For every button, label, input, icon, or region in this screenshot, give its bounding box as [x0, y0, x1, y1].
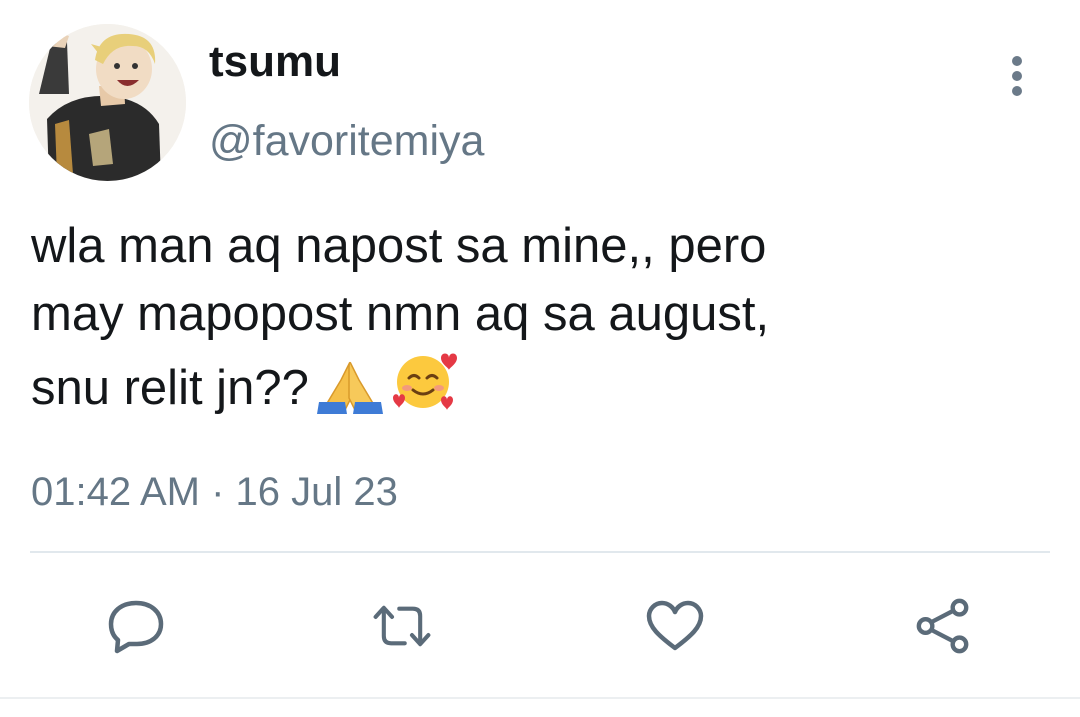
tweet-text: wla man aq napost sa mine,, pero may map…	[31, 212, 1041, 432]
folded-hands-icon	[315, 358, 385, 432]
avatar[interactable]	[29, 24, 186, 181]
user-handle[interactable]: @favoritemiya	[209, 120, 484, 163]
tweet-timestamp[interactable]: 01:42 AM · 16 Jul 23	[31, 472, 398, 512]
divider	[30, 551, 1050, 553]
tweet-text-line: may mapopost nmn aq sa august,	[31, 287, 770, 341]
tweet-text-line: snu relit jn??	[31, 348, 1041, 432]
more-options-icon[interactable]	[996, 52, 1038, 100]
retweet-icon[interactable]	[372, 597, 432, 655]
share-icon[interactable]	[913, 597, 973, 655]
bottom-divider	[0, 697, 1080, 699]
like-icon[interactable]	[645, 597, 705, 655]
smiling-face-with-hearts-icon	[391, 348, 457, 432]
tweet-card: tsumu @favoritemiya wla man aq napost sa…	[0, 0, 1080, 717]
avatar-image	[29, 24, 186, 181]
tweet-text-line: wla man aq napost sa mine,, pero	[31, 219, 767, 273]
display-name[interactable]: tsumu	[209, 40, 341, 84]
reply-icon[interactable]	[106, 597, 166, 655]
